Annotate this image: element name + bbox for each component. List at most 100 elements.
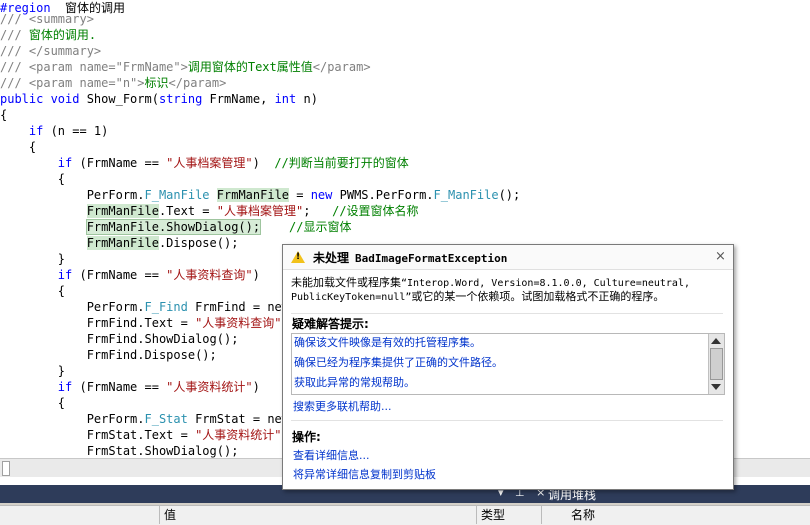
col-name[interactable]: 名称 — [567, 506, 810, 524]
tip-link-valid-assembly[interactable]: 确保该文件映像是有效的托管程序集。 — [294, 334, 481, 350]
code-token: FrmName, — [202, 92, 275, 106]
message-suffix: 或它的某一个依赖项。试图加载格式不正确的程序。 — [411, 290, 665, 303]
code-token: .Dispose(); — [158, 236, 239, 250]
close-icon[interactable]: × — [715, 249, 726, 264]
copy-details-link[interactable]: 将异常详细信息复制到剪贴板 — [293, 466, 436, 482]
code-line: if (FrmName == "人事资料查询") — [0, 267, 260, 283]
tip-link-general-help[interactable]: 获取此异常的常规帮助。 — [294, 374, 415, 390]
code-token: /// <param name="FrmName"> — [0, 60, 188, 74]
code-token: F_Find — [144, 300, 188, 314]
code-token: (n == 1) — [43, 124, 109, 138]
code-line: FrmFind.Dispose(); — [0, 347, 217, 363]
code-token: { — [0, 396, 66, 410]
code-token: "人事资料查询" — [166, 268, 253, 282]
code-token: </param> — [168, 76, 227, 90]
code-token: FrmFind.ShowDialog(); — [0, 332, 239, 346]
code-line: } — [0, 363, 65, 379]
scroll-up-icon[interactable] — [711, 338, 721, 344]
col-type[interactable]: 类型 — [477, 506, 542, 524]
search-online-help-link[interactable]: 搜索更多联机帮助... — [293, 398, 392, 414]
code-token: if — [57, 380, 73, 394]
code-token: "人事资料统计" — [195, 428, 282, 442]
code-line: FrmManFile.Text = "人事档案管理"; //设置窗体名称 — [0, 203, 419, 219]
code-line: /// 窗体的调用. — [0, 27, 96, 43]
code-token: if — [57, 268, 73, 282]
code-token: FrmManFile — [86, 204, 159, 218]
code-token: FrmFind.Dispose(); — [0, 348, 217, 362]
code-token: FrmStat.Text = — [0, 428, 196, 442]
code-token: int — [274, 92, 297, 106]
view-details-link[interactable]: 查看详细信息... — [293, 447, 370, 463]
scrollbar-thumb[interactable] — [710, 348, 723, 380]
code-token: } — [0, 252, 66, 266]
scrollbar-thumb[interactable] — [2, 461, 10, 476]
col-value[interactable]: 值 — [160, 506, 477, 524]
code-token: F_ManFile — [144, 188, 210, 202]
code-token: </param> — [312, 60, 371, 74]
code-token: PerForm. — [0, 300, 145, 314]
tips-scrollbar[interactable] — [708, 334, 724, 394]
code-token: PerForm. — [0, 412, 145, 426]
code-token: FrmStat = new — [187, 412, 290, 426]
code-token: "人事档案管理" — [166, 156, 253, 170]
code-line: PerForm.F_ManFile FrmManFile = new PWMS.… — [0, 187, 520, 203]
code-token: { — [0, 140, 37, 154]
code-line: { — [0, 139, 36, 155]
code-token: { — [0, 108, 8, 122]
code-token: ; — [303, 204, 333, 218]
code-token: if — [57, 156, 73, 170]
code-token: FrmFind.Text = — [0, 316, 196, 330]
code-token: 调用窗体的Text属性值 — [187, 60, 313, 74]
code-token: //显示窗体 — [289, 220, 352, 234]
code-token: string — [158, 92, 203, 106]
tip-link-file-path[interactable]: 确保已经为程序集提供了正确的文件路径。 — [294, 354, 503, 370]
code-token: public void — [0, 92, 80, 106]
bottom-dock-panel: ▾ ⊥ × 调用堆栈 值 类型 名称 — [0, 485, 810, 525]
code-token: } — [0, 364, 66, 378]
code-line: if (n == 1) — [0, 123, 108, 139]
code-token: 标识 — [144, 76, 169, 90]
code-token: /// <summary> — [0, 12, 94, 26]
code-token: //判断当前要打开的窗体 — [274, 156, 409, 170]
code-token: { — [0, 284, 66, 298]
code-line: PerForm.F_Find FrmFind = new — [0, 299, 289, 315]
code-line: FrmManFile.ShowDialog(); //显示窗体 — [0, 219, 351, 235]
message-prefix: 未能加载文件或程序集 — [291, 276, 401, 289]
code-token: //设置窗体名称 — [332, 204, 419, 218]
code-line: { — [0, 283, 65, 299]
code-line: if (FrmName == "人事资料统计") — [0, 379, 260, 395]
code-line: { — [0, 171, 65, 187]
code-token: (FrmName == — [72, 380, 167, 394]
code-token: FrmManFile — [86, 236, 159, 250]
code-token: .Text = — [158, 204, 217, 218]
code-line: /// <summary> — [0, 11, 94, 27]
code-token: /// </summary> — [0, 44, 102, 58]
code-token: PWMS.PerForm. — [332, 188, 434, 202]
code-token: FrmFind = new — [187, 300, 290, 314]
exception-name: BadImageFormatException — [355, 252, 508, 265]
code-line: FrmStat.ShowDialog(); — [0, 443, 239, 459]
code-token: 窗体的调用. — [28, 28, 97, 42]
code-line: /// </summary> — [0, 43, 101, 59]
code-token: Show_Form( — [79, 92, 159, 106]
code-line: { — [0, 395, 65, 411]
scroll-down-icon[interactable] — [711, 384, 721, 390]
col-blank — [0, 506, 160, 524]
code-line: PerForm.F_Stat FrmStat = new — [0, 411, 289, 427]
code-line: if (FrmName == "人事档案管理") //判断当前要打开的窗体 — [0, 155, 409, 171]
code-token: "人事资料查询" — [195, 316, 282, 330]
code-token: /// <param name="n"> — [0, 76, 145, 90]
code-token: (FrmName == — [72, 156, 167, 170]
code-line: /// <param name="FrmName">调用窗体的Text属性值</… — [0, 59, 371, 75]
tips-title: 疑难解答提示: — [292, 317, 369, 331]
code-token: = — [289, 188, 311, 202]
warning-icon: ! — [291, 251, 305, 263]
